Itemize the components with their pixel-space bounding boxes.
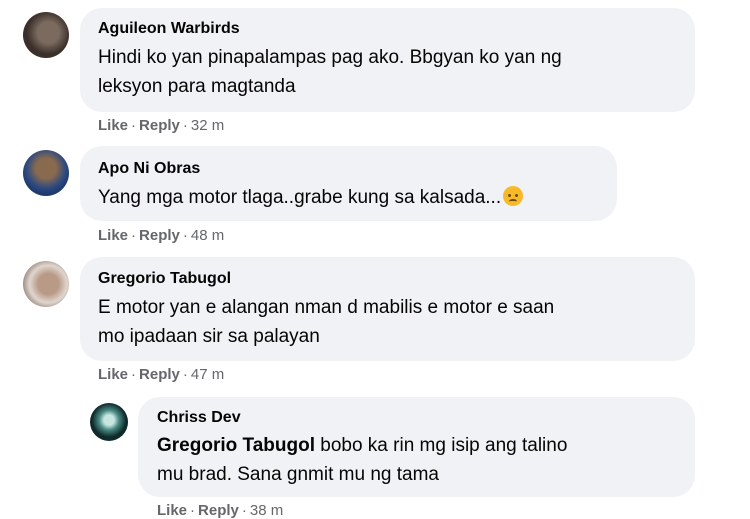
comment-author[interactable]: Apo Ni Obras xyxy=(98,160,200,178)
comment-author[interactable]: Aguileon Warbirds xyxy=(98,20,240,38)
like-button[interactable]: Like xyxy=(157,502,187,519)
comment-text: E motor yan e alangan nman d mabilis e m… xyxy=(98,297,555,347)
comment-text: Gregorio Tabugol bobo ka rin mg isip ang… xyxy=(157,435,568,485)
comment-time[interactable]: 47 m xyxy=(191,366,224,383)
comment-time[interactable]: 48 m xyxy=(191,227,224,244)
avatar[interactable] xyxy=(23,150,69,196)
reply-button[interactable]: Reply xyxy=(139,227,180,244)
like-button[interactable]: Like xyxy=(98,227,128,244)
comment-actions: Like · Reply · 48 m xyxy=(98,227,225,244)
avatar[interactable] xyxy=(90,403,128,441)
mention-link[interactable]: Gregorio Tabugol xyxy=(157,435,315,456)
comment-text: Hindi ko yan pinapalampas pag ako. Bbgya… xyxy=(98,47,562,97)
avatar[interactable] xyxy=(23,12,69,58)
comment-text: Yang mga motor tlaga..grabe kung sa kals… xyxy=(98,183,524,212)
comment-author[interactable]: Gregorio Tabugol xyxy=(98,270,231,288)
pensive-face-icon xyxy=(503,186,524,206)
reply-button[interactable]: Reply xyxy=(198,502,239,519)
like-button[interactable]: Like xyxy=(98,366,128,383)
comment-actions: Like · Reply · 32 m xyxy=(98,117,225,134)
reply-button[interactable]: Reply xyxy=(139,366,180,383)
comment-actions: Like · Reply · 47 m xyxy=(98,366,225,383)
avatar[interactable] xyxy=(23,261,69,307)
comment-time[interactable]: 32 m xyxy=(191,117,224,134)
comment-actions: Like · Reply · 38 m xyxy=(157,502,284,519)
like-button[interactable]: Like xyxy=(98,117,128,134)
comment-time[interactable]: 38 m xyxy=(250,502,283,519)
reply-button[interactable]: Reply xyxy=(139,117,180,134)
comment-author[interactable]: Chriss Dev xyxy=(157,409,241,427)
